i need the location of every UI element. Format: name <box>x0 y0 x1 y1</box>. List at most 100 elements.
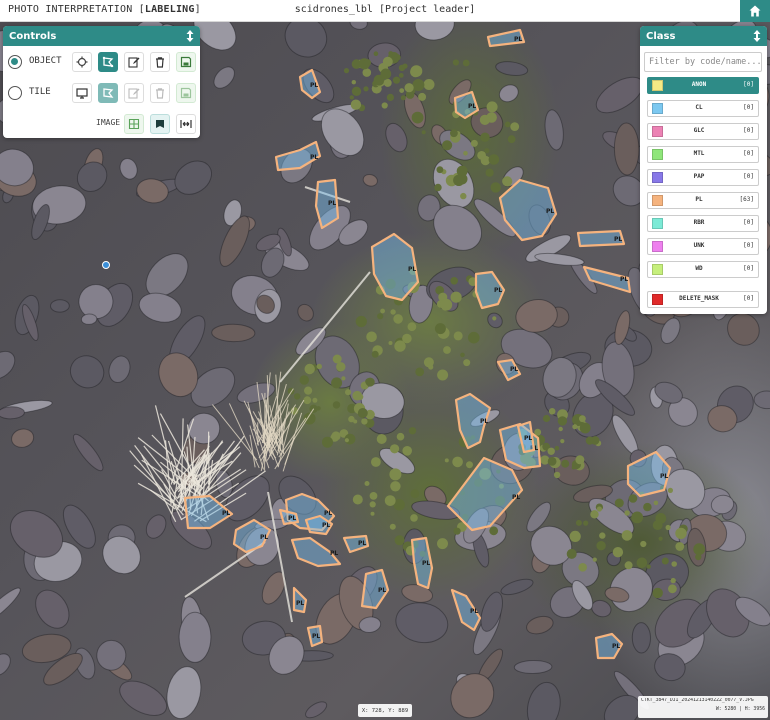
monitor-icon <box>76 88 88 99</box>
class-code: UNK <box>693 242 705 249</box>
file-info: CTKT_3847_DJI_20241213140222_0077_V.JPG … <box>638 696 768 718</box>
class-code: DELETE_MASK <box>679 295 719 302</box>
class-color-swatch <box>652 294 663 305</box>
fit-width-icon <box>180 120 192 128</box>
class-count: [0] <box>743 127 754 134</box>
class-item-mtl[interactable]: MTL [0] <box>647 146 759 163</box>
tile-save-button[interactable] <box>176 83 196 103</box>
class-item-unk[interactable]: UNK [0] <box>647 238 759 255</box>
trash-icon <box>156 88 164 99</box>
annotation-label: PL <box>422 560 430 567</box>
annotation-label: PL <box>222 510 230 517</box>
class-code: RBR <box>693 219 705 226</box>
controls-header[interactable]: Controls <box>3 26 200 46</box>
class-color-swatch <box>652 241 663 252</box>
class-item-delete-mask[interactable]: DELETE_MASK [0] <box>647 291 759 308</box>
class-color-swatch <box>652 195 663 206</box>
annotation-label: PL <box>296 600 304 607</box>
save-button[interactable] <box>176 52 196 72</box>
class-item-glc[interactable]: GLC [0] <box>647 123 759 140</box>
class-color-swatch <box>652 149 663 160</box>
crosshair-button[interactable] <box>72 52 92 72</box>
save-icon <box>180 87 192 99</box>
edit-icon <box>128 57 140 68</box>
tile-delete-button[interactable] <box>150 83 170 103</box>
annotation-polygon[interactable] <box>446 456 524 532</box>
class-count: [0] <box>743 242 754 249</box>
class-code: CL <box>695 104 703 111</box>
class-count: [0] <box>743 104 754 111</box>
home-button[interactable] <box>740 0 770 22</box>
annotation-label: PL <box>328 200 336 207</box>
class-color-swatch <box>652 126 663 137</box>
annotation-label: PL <box>310 154 318 161</box>
grid-button[interactable] <box>124 114 144 134</box>
project-title: scidrones_lbl [Project leader] <box>294 4 476 15</box>
crosshair-icon <box>76 56 88 68</box>
annotation-label: PL <box>324 510 332 517</box>
file-name: CTKT_3847_DJI_20241213140222_0077_V.JPG <box>641 698 754 703</box>
class-header[interactable]: Class <box>640 26 767 46</box>
class-code: PAP <box>693 173 705 180</box>
object-radio[interactable] <box>8 55 22 69</box>
annotation-label: PL <box>330 550 338 557</box>
class-filter-input[interactable] <box>644 52 762 72</box>
home-icon <box>749 5 761 17</box>
class-item-cl[interactable]: CL [0] <box>647 100 759 117</box>
class-code: ANON <box>691 81 707 88</box>
annotation-label: PL <box>620 276 628 283</box>
annotation-label: PL <box>260 534 268 541</box>
annotation-label: PL <box>470 608 478 615</box>
annotation-label: PL <box>510 366 518 373</box>
annotation-label: PL <box>524 435 532 442</box>
class-code: WD <box>695 265 703 272</box>
class-item-anon[interactable]: ANON [0] <box>647 77 759 94</box>
polygon-icon <box>103 88 114 98</box>
class-item-rbr[interactable]: RBR [0] <box>647 215 759 232</box>
delete-button[interactable] <box>150 52 170 72</box>
annotation-label: PL <box>512 494 520 501</box>
class-item-pl[interactable]: PL [63] <box>647 192 759 209</box>
class-count: [0] <box>743 150 754 157</box>
annotation-label: PL <box>408 266 416 273</box>
fit-width-button[interactable] <box>176 114 196 134</box>
resize-vertical-icon[interactable] <box>186 30 194 42</box>
class-count: [0] <box>743 173 754 180</box>
tile-radio[interactable] <box>8 86 22 100</box>
save-icon <box>180 56 192 68</box>
top-bar: PHOTO INTERPRETATION [LABELING] scidrone… <box>0 0 770 22</box>
polygon-tool-button[interactable] <box>98 52 118 72</box>
class-color-swatch <box>652 264 663 275</box>
controls-title: Controls <box>9 30 57 42</box>
tile-polygon-button[interactable] <box>98 83 118 103</box>
annotation-label: PL <box>358 540 366 547</box>
annotation-label: PL <box>514 36 522 43</box>
polygon-icon <box>102 56 114 68</box>
row-image: IMAGE <box>3 112 200 136</box>
controls-panel: Controls OBJECT TILE IMAGE <box>3 26 200 138</box>
annotation-label: PL <box>660 473 668 480</box>
class-count: [63] <box>739 196 754 203</box>
class-panel: Class ANON [0] CL [0] GLC [0] MTL [0] PAP [0] PL [6… <box>640 26 767 314</box>
grid-icon <box>128 118 140 130</box>
class-item-wd[interactable]: WD [0] <box>647 261 759 278</box>
annotation-label: PL <box>310 82 318 89</box>
annotation-label: PL <box>546 208 554 215</box>
annotation-label: PL <box>312 633 320 640</box>
annotation-label: PL <box>288 515 296 522</box>
class-code: MTL <box>693 150 705 157</box>
class-item-pap[interactable]: PAP [0] <box>647 169 759 186</box>
image-dimensions: W: 5280 | H: 3956 <box>715 707 765 712</box>
edit-button[interactable] <box>124 52 144 72</box>
mask-toggle-button[interactable] <box>150 114 170 134</box>
class-color-swatch <box>652 218 663 229</box>
tile-edit-button[interactable] <box>124 83 144 103</box>
resize-vertical-icon[interactable] <box>753 30 761 42</box>
class-title: Class <box>646 30 676 42</box>
cursor-coordinates: X: 728, Y: 889 <box>358 704 412 717</box>
monitor-button[interactable] <box>72 83 92 103</box>
annotation-label: PL <box>614 236 622 243</box>
image-label: IMAGE <box>96 118 121 127</box>
annotation-label: PL <box>494 287 502 294</box>
annotation-label: PL <box>322 522 330 529</box>
